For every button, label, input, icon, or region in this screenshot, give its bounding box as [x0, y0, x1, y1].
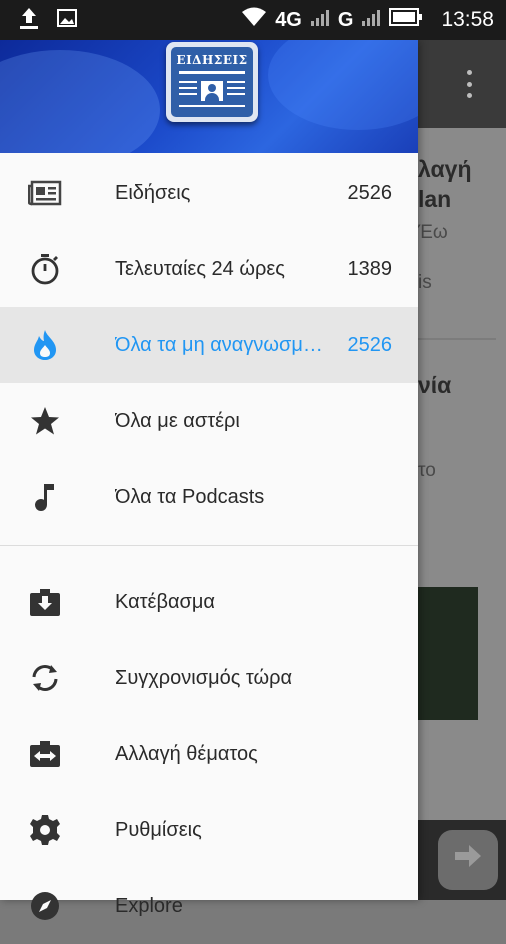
clock: 13:58 [441, 8, 494, 31]
swap-theme-icon [28, 737, 62, 771]
menu-item-news[interactable]: Ειδήσεις 2526 [0, 155, 418, 231]
next-arrow-button[interactable] [438, 830, 498, 890]
menu-item-explore[interactable]: Explore [0, 868, 418, 944]
menu-item-download[interactable]: Κατέβασμα [0, 564, 418, 640]
wifi-icon [241, 7, 267, 33]
image-icon [56, 7, 78, 34]
upload-icon [16, 5, 42, 36]
drawer-header: ΕΙΔΗΣΕΙΣ [0, 40, 418, 153]
menu-item-starred[interactable]: Όλα με αστέρι [0, 383, 418, 459]
article-title-fragment[interactable]: νία [418, 372, 451, 399]
article-source-fragment: Έω [418, 222, 448, 243]
menu-item-change-theme[interactable]: Αλλαγή θέματος [0, 716, 418, 792]
signal-icon [361, 8, 381, 32]
menu-item-label: Ειδήσεις [115, 181, 191, 204]
menu-item-label: Ρυθμίσεις [115, 818, 202, 841]
article-meta-fragment: is [418, 272, 432, 293]
menu-item-all-unread[interactable]: Όλα τα μη αναγνωσμένα 2526 [0, 307, 418, 383]
status-bar: 4G G 13:58 [0, 0, 506, 40]
music-note-icon [28, 480, 62, 514]
menu-item-last-24h[interactable]: Τελευταίες 24 ώρες 1389 [0, 231, 418, 307]
drawer-divider [0, 545, 418, 546]
article-title-fragment[interactable]: lan [418, 186, 451, 213]
feed-list: Ειδήσεις 2526 Τελευταίες 24 ώρες 1389 Όλ… [0, 155, 418, 944]
logo-text: ΕΙΔΗΣΕΙΣ [176, 53, 248, 67]
sync-icon [28, 661, 62, 695]
compass-icon [28, 889, 62, 923]
star-icon [28, 404, 62, 438]
article-divider [418, 338, 496, 340]
article-thumbnail[interactable] [418, 587, 478, 720]
menu-item-settings[interactable]: Ρυθμίσεις [0, 792, 418, 868]
gear-icon [28, 813, 62, 847]
app-logo: ΕΙΔΗΣΕΙΣ [166, 42, 258, 122]
article-title-fragment[interactable]: λαγή [418, 156, 472, 183]
battery-icon [389, 7, 423, 33]
menu-item-label: Όλα τα Podcasts [115, 485, 265, 508]
unread-count: 1389 [347, 257, 393, 280]
arrow-right-icon [453, 843, 483, 877]
unread-count: 2526 [347, 333, 393, 356]
download-box-icon [28, 585, 62, 619]
navigation-drawer: ΕΙΔΗΣΕΙΣ Ειδήσεις 2526 Τελευταίες 24 ώρε… [0, 40, 418, 920]
network-4g-label: 4G [275, 8, 302, 31]
menu-item-label: Αλλαγή θέματος [115, 742, 258, 765]
menu-item-label: Τελευταίες 24 ώρες [115, 257, 285, 280]
stopwatch-icon [28, 252, 62, 286]
menu-item-label: Συγχρονισμός τώρα [115, 666, 293, 689]
menu-item-label: Όλα τα μη αναγνωσμένα [115, 333, 330, 356]
flame-icon [28, 328, 62, 362]
menu-item-label: Κατέβασμα [115, 590, 215, 613]
article-source-fragment: το [418, 460, 436, 481]
menu-item-label: Όλα με αστέρι [115, 409, 240, 432]
menu-item-label: Explore [115, 894, 183, 917]
newspaper-icon [28, 176, 62, 210]
menu-item-podcasts[interactable]: Όλα τα Podcasts [0, 459, 418, 535]
menu-item-sync[interactable]: Συγχρονισμός τώρα [0, 640, 418, 716]
overflow-menu-icon[interactable] [466, 70, 472, 98]
unread-count: 2526 [347, 181, 393, 204]
network-g-label: G [337, 8, 354, 31]
signal-icon [310, 8, 330, 32]
